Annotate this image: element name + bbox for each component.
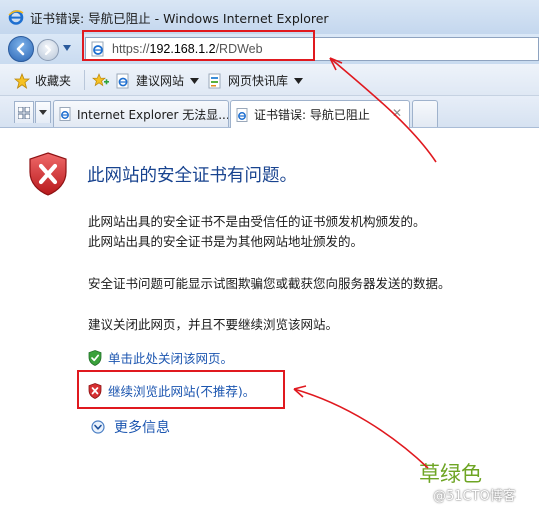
annotation-arrows bbox=[293, 57, 437, 469]
arrow-to-continue-link bbox=[293, 385, 429, 469]
arrow-to-address-bar bbox=[329, 57, 437, 163]
